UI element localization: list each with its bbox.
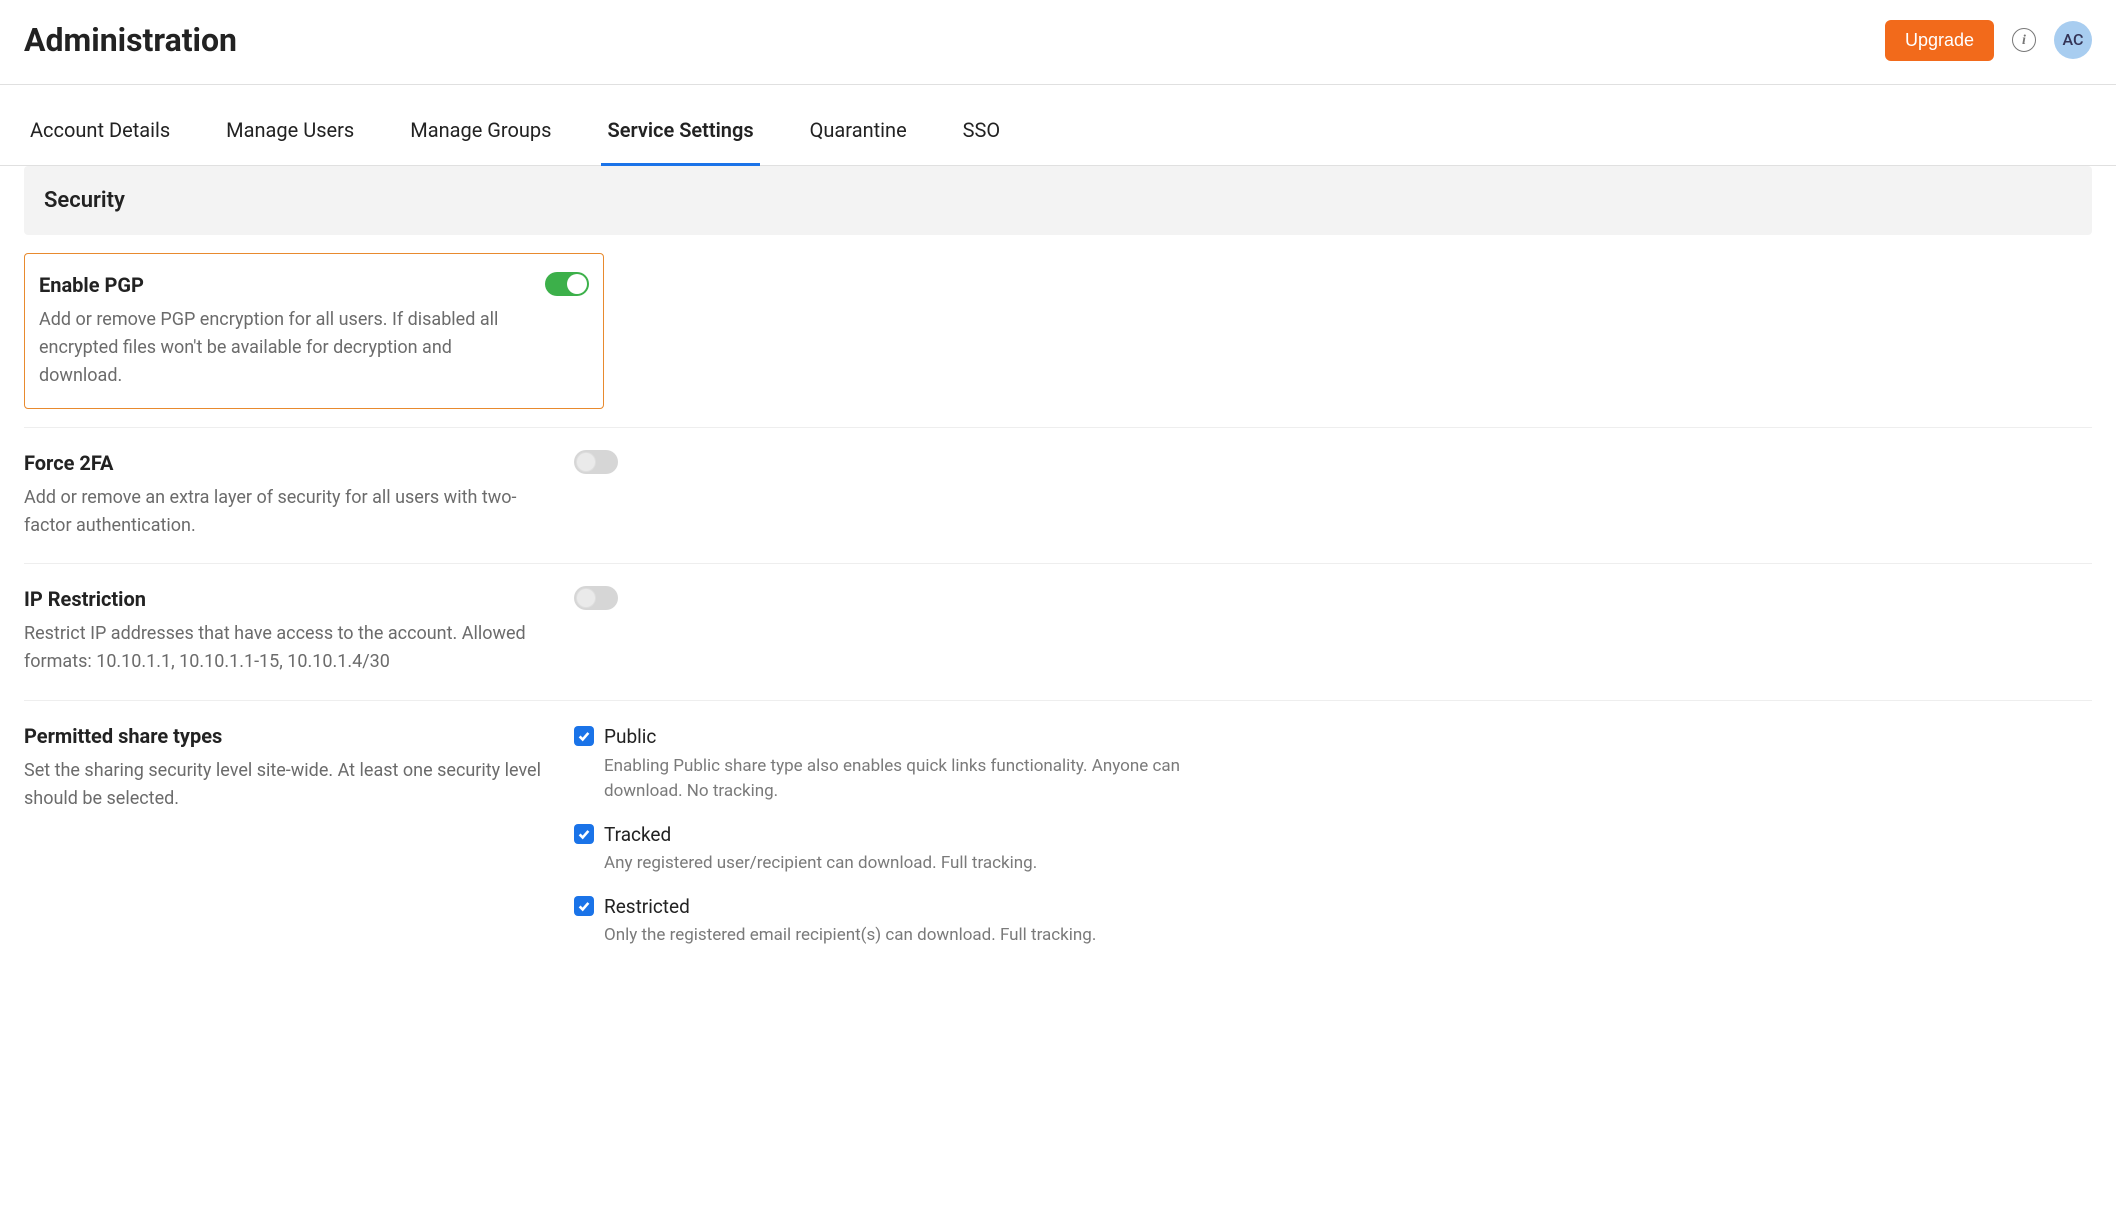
setting-force-2fa: Force 2FA Add or remove an extra layer o…: [24, 428, 2092, 565]
share-type-public-row: Public Enabling Public share type also e…: [574, 723, 2092, 815]
checkbox-tracked[interactable]: [574, 824, 594, 844]
setting-text: Permitted share types Set the sharing se…: [24, 721, 544, 813]
setting-desc-enable-pgp: Add or remove PGP encryption for all use…: [39, 306, 515, 390]
checkbox-public[interactable]: [574, 726, 594, 746]
topbar-actions: Upgrade AC: [1885, 20, 2092, 61]
share-type-restricted-body: Restricted Only the registered email rec…: [604, 893, 2092, 959]
setting-desc-force-2fa: Add or remove an extra layer of security…: [24, 484, 544, 540]
tab-account-details[interactable]: Account Details: [24, 95, 176, 166]
content: Security Enable PGP Add or remove PGP en…: [0, 166, 2116, 1029]
share-type-restricted-label: Restricted: [604, 893, 2092, 922]
check-icon: [577, 729, 591, 743]
share-type-public-body: Public Enabling Public share type also e…: [604, 723, 2092, 815]
setting-text: IP Restriction Restrict IP addresses tha…: [24, 584, 544, 676]
setting-title-permitted-share-types: Permitted share types: [24, 721, 544, 751]
tab-quarantine[interactable]: Quarantine: [804, 95, 913, 166]
avatar[interactable]: AC: [2054, 21, 2092, 59]
setting-ip-restriction: IP Restriction Restrict IP addresses tha…: [24, 564, 2092, 701]
section-heading-security: Security: [24, 166, 2092, 235]
share-type-tracked-desc: Any registered user/recipient can downlo…: [604, 851, 1224, 877]
setting-title-ip-restriction: IP Restriction: [24, 584, 544, 614]
tabs: Account Details Manage Users Manage Grou…: [0, 95, 2116, 166]
share-type-options: Public Enabling Public share type also e…: [574, 721, 2092, 965]
setting-control: [574, 584, 2092, 618]
tab-manage-groups[interactable]: Manage Groups: [404, 95, 557, 166]
setting-permitted-share-types: Permitted share types Set the sharing se…: [24, 701, 2092, 989]
share-type-tracked-label: Tracked: [604, 821, 2092, 850]
tab-service-settings[interactable]: Service Settings: [601, 95, 759, 166]
toggle-ip-restriction[interactable]: [574, 586, 618, 610]
divider: [0, 84, 2116, 85]
tab-manage-users[interactable]: Manage Users: [220, 95, 360, 166]
share-type-public-desc: Enabling Public share type also enables …: [604, 754, 1224, 805]
share-type-tracked-body: Tracked Any registered user/recipient ca…: [604, 821, 2092, 887]
check-icon: [577, 827, 591, 841]
setting-desc-permitted-share-types: Set the sharing security level site-wide…: [24, 757, 544, 813]
section-title: Security: [44, 184, 2072, 217]
setting-title-force-2fa: Force 2FA: [24, 448, 544, 478]
toggle-force-2fa[interactable]: [574, 450, 618, 474]
share-type-restricted-row: Restricted Only the registered email rec…: [574, 893, 2092, 959]
topbar: Administration Upgrade AC: [0, 0, 2116, 84]
toggle-enable-pgp[interactable]: [545, 272, 589, 296]
info-icon[interactable]: [2012, 28, 2036, 52]
setting-control: [545, 270, 589, 304]
share-type-tracked-row: Tracked Any registered user/recipient ca…: [574, 821, 2092, 887]
setting-text: Enable PGP Add or remove PGP encryption …: [39, 270, 515, 390]
checkbox-restricted[interactable]: [574, 896, 594, 916]
setting-enable-pgp: Enable PGP Add or remove PGP encryption …: [24, 253, 604, 409]
setting-text: Force 2FA Add or remove an extra layer o…: [24, 448, 544, 540]
tab-sso[interactable]: SSO: [957, 95, 1007, 166]
setting-desc-ip-restriction: Restrict IP addresses that have access t…: [24, 620, 544, 676]
share-type-restricted-desc: Only the registered email recipient(s) c…: [604, 923, 1224, 949]
setting-control: [574, 448, 2092, 482]
setting-title-enable-pgp: Enable PGP: [39, 270, 515, 300]
check-icon: [577, 899, 591, 913]
page-title: Administration: [24, 16, 237, 64]
upgrade-button[interactable]: Upgrade: [1885, 20, 1994, 61]
share-type-public-label: Public: [604, 723, 2092, 752]
